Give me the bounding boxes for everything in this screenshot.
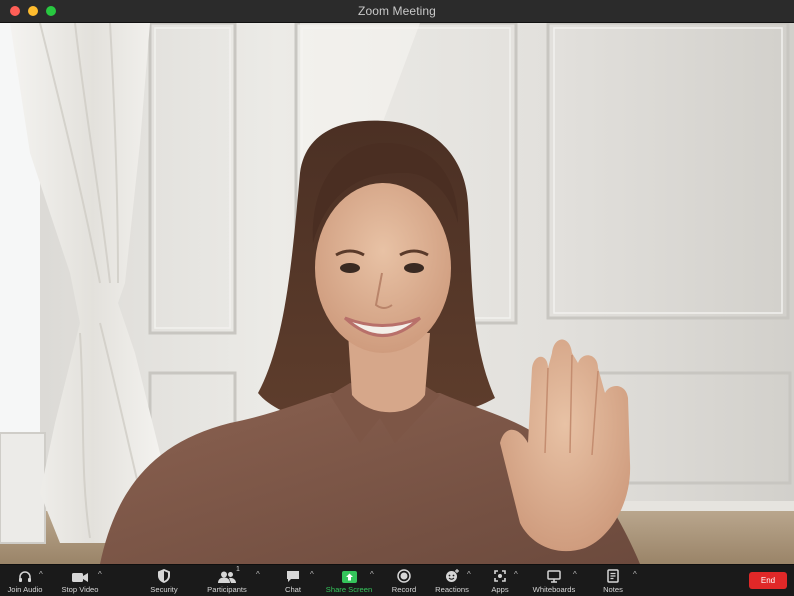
participants-label: Participants [207,585,247,594]
whiteboards-button[interactable]: Whiteboards [531,565,577,596]
end-label: End [760,576,776,585]
notes-icon [607,565,619,583]
window-controls [10,6,56,16]
participant-video [0,23,794,564]
stop-video-label: Stop Video [61,585,99,594]
chat-label: Chat [284,585,302,594]
reactions-options-caret[interactable]: ^ [467,570,471,579]
chat-bubble-icon [286,565,300,583]
security-button[interactable]: Security [146,565,182,596]
zoom-window: Zoom Meeting Join Audio ^ Stop Video ^ S… [0,0,794,596]
apps-button[interactable]: Apps [488,565,512,596]
apps-icon [493,565,507,583]
whiteboards-label: Whiteboards [532,585,576,594]
video-options-caret[interactable]: ^ [98,570,102,579]
stop-video-button[interactable]: Stop Video [60,565,100,596]
whiteboard-icon [547,565,561,583]
title-bar: Zoom Meeting [0,0,794,23]
end-meeting-button[interactable]: End [749,572,787,589]
close-window-button[interactable] [10,6,20,16]
participants-count: 1 [236,566,240,573]
whiteboards-options-caret[interactable]: ^ [573,570,577,579]
people-icon [218,565,236,583]
participants-options-caret[interactable]: ^ [256,570,260,579]
security-label: Security [150,585,178,594]
notes-label: Notes [603,585,623,594]
record-button[interactable]: Record [389,565,419,596]
video-feed-illustration [0,23,794,564]
notes-button[interactable]: Notes [600,565,626,596]
audio-options-caret[interactable]: ^ [39,570,43,579]
apps-label: Apps [491,585,509,594]
share-screen-label: Share Screen [325,585,373,594]
chat-options-caret[interactable]: ^ [310,570,314,579]
reactions-label: Reactions [435,585,469,594]
minimize-window-button[interactable] [28,6,38,16]
join-audio-label: Join Audio [7,585,43,594]
window-title: Zoom Meeting [358,4,436,18]
shield-icon [158,565,170,583]
maximize-window-button[interactable] [46,6,56,16]
share-options-caret[interactable]: ^ [370,570,374,579]
share-screen-icon [341,565,357,583]
record-icon [397,565,411,583]
video-camera-icon [72,565,88,583]
chat-button[interactable]: Chat [280,565,306,596]
headphones-icon [18,565,32,583]
share-screen-button[interactable]: Share Screen [326,565,372,596]
record-label: Record [391,585,417,594]
notes-options-caret[interactable]: ^ [633,570,637,579]
smiley-icon [445,565,459,583]
meeting-toolbar: Join Audio ^ Stop Video ^ Security Parti… [0,564,794,596]
apps-options-caret[interactable]: ^ [514,570,518,579]
reactions-button[interactable]: Reactions [434,565,470,596]
participants-button[interactable]: Participants [203,565,251,596]
